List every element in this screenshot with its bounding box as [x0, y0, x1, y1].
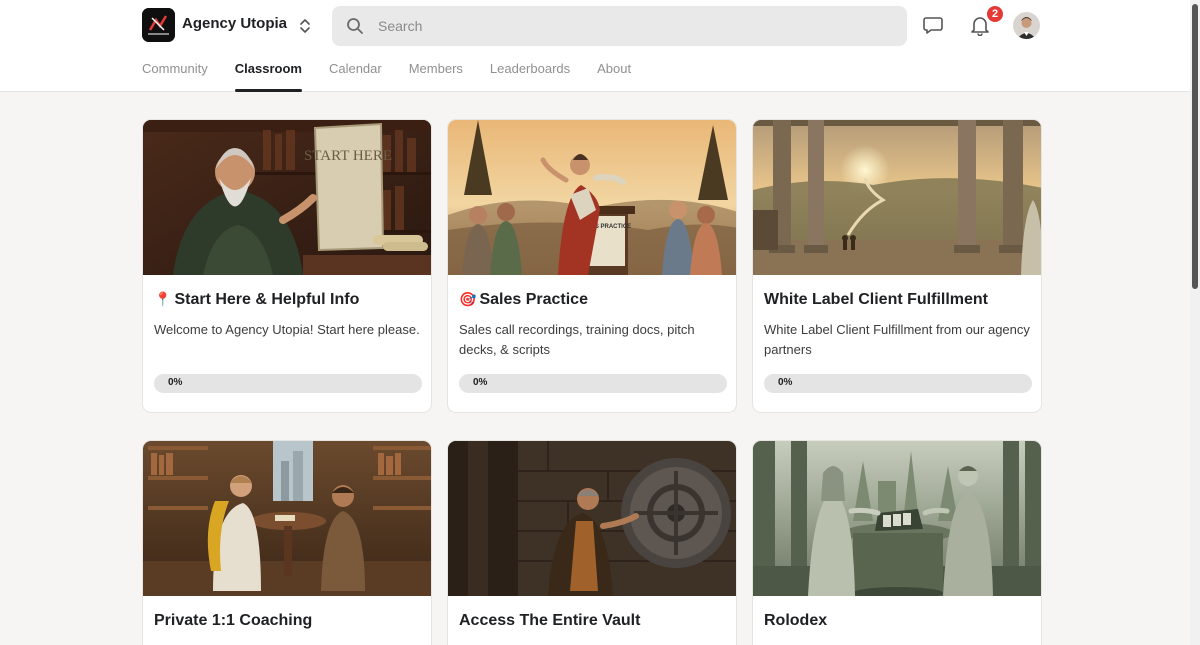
course-card-sales-practice[interactable]: SALES PRACTICE 🎯 Sales Practice Sales cal… [447, 119, 737, 413]
tab-community[interactable]: Community [142, 61, 208, 92]
chat-icon[interactable] [921, 13, 945, 37]
page-scrollbar[interactable] [1190, 0, 1200, 645]
course-cover-image [753, 441, 1041, 596]
course-card-white-label[interactable]: White Label Client Fulfillment White Lab… [752, 119, 1042, 413]
tab-calendar[interactable]: Calendar [329, 61, 382, 92]
search-input[interactable] [378, 18, 878, 34]
course-progress-bar: 0% [154, 374, 422, 393]
course-description: Sales call recordings, training docs, pi… [459, 322, 695, 357]
community-name[interactable]: Agency Utopia [182, 15, 287, 32]
course-title[interactable]: 🎯 Sales Practice [459, 291, 588, 309]
course-card-start-here[interactable]: START HERE 📍 Start Here & Helpful Info We… [142, 119, 432, 413]
search-icon [332, 6, 378, 46]
tab-members[interactable]: Members [409, 61, 463, 92]
tablet-text: START HERE [304, 148, 392, 164]
progress-label: 0% [168, 377, 183, 388]
community-logo[interactable] [142, 8, 175, 42]
scrollbar-thumb[interactable] [1192, 4, 1198, 289]
course-title[interactable]: Rolodex [764, 612, 827, 630]
course-cover-image: START HERE [143, 120, 431, 275]
progress-label: 0% [473, 377, 488, 388]
top-header: Agency Utopia 2 Community Classroom Cale… [0, 0, 1200, 92]
course-title[interactable]: White Label Client Fulfillment [764, 291, 988, 309]
course-cover-image [143, 441, 431, 596]
tab-leaderboards[interactable]: Leaderboards [490, 61, 570, 92]
notification-count-badge: 2 [986, 5, 1004, 23]
user-avatar[interactable] [1013, 12, 1040, 39]
course-description: Welcome to Agency Utopia! Start here ple… [154, 322, 420, 337]
course-card-private-coaching[interactable]: Private 1:1 Coaching [142, 440, 432, 645]
tab-classroom[interactable]: Classroom [234, 61, 303, 92]
tab-about[interactable]: About [597, 61, 631, 92]
course-card-entire-vault[interactable]: Access The Entire Vault [447, 440, 737, 645]
community-switcher-icon[interactable] [297, 15, 313, 37]
course-progress-bar: 0% [459, 374, 727, 393]
main-tabs: Community Classroom Calendar Members Lea… [142, 61, 658, 92]
search-bar[interactable] [332, 6, 907, 46]
course-progress-bar: 0% [764, 374, 1032, 393]
course-cover-image: SALES PRACTICE [448, 120, 736, 275]
course-cover-image [448, 441, 736, 596]
progress-label: 0% [778, 377, 793, 388]
course-title[interactable]: Private 1:1 Coaching [154, 612, 312, 630]
course-cover-image [753, 120, 1041, 275]
pin-icon: 📍 [154, 291, 172, 307]
course-title[interactable]: Access The Entire Vault [459, 612, 640, 630]
course-title[interactable]: 📍 Start Here & Helpful Info [154, 291, 359, 309]
course-card-rolodex[interactable]: Rolodex [752, 440, 1042, 645]
course-description: White Label Client Fulfillment from our … [764, 322, 1030, 357]
target-icon: 🎯 [459, 291, 477, 307]
